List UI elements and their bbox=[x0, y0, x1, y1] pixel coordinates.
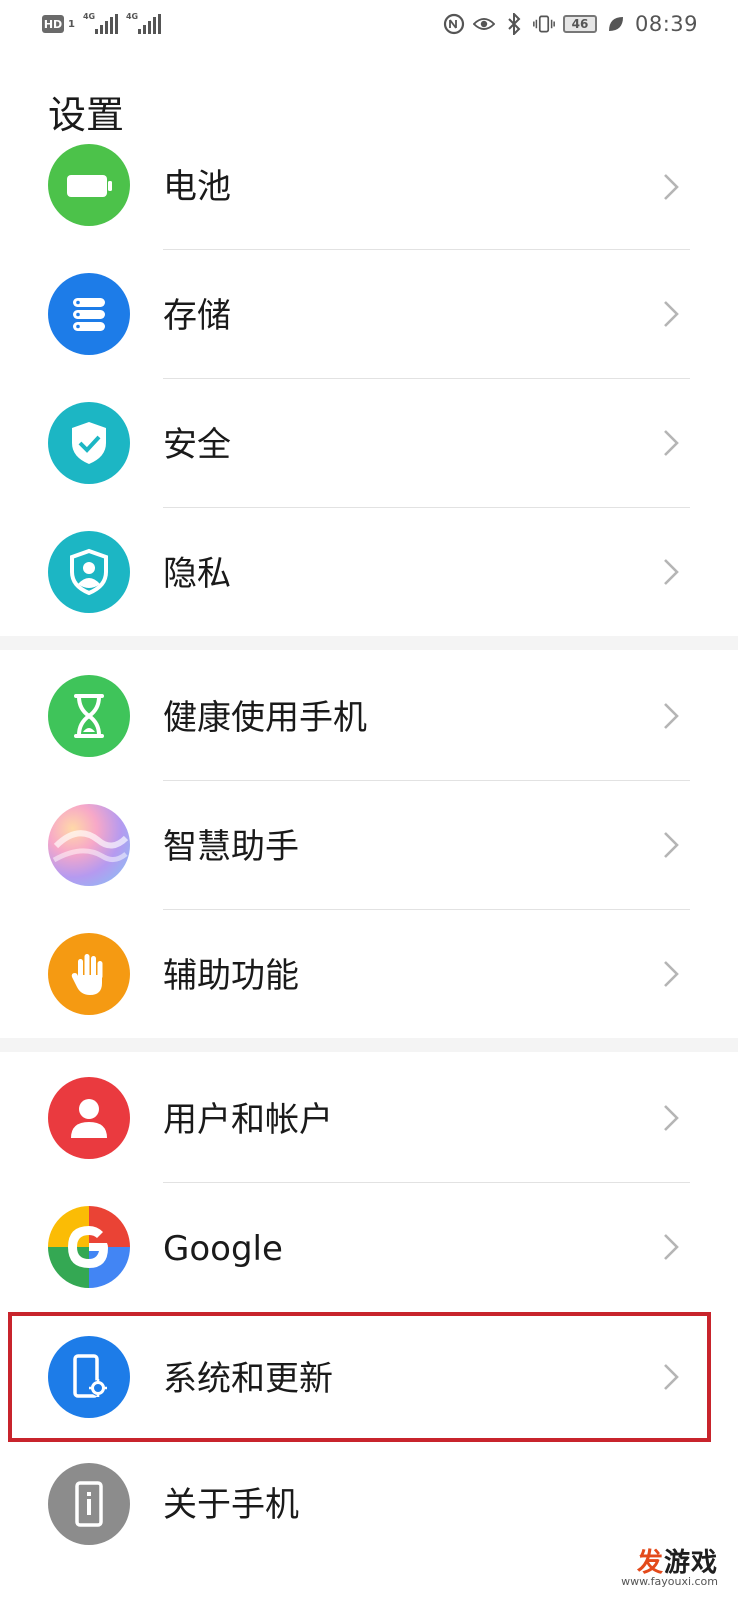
chevron-right-icon bbox=[664, 430, 679, 456]
watermark: 发游戏 www.fayouxi.com bbox=[621, 1542, 718, 1588]
section-gap bbox=[0, 636, 738, 650]
phone-info-icon bbox=[48, 1463, 130, 1545]
settings-item-label: 电池 bbox=[163, 167, 231, 207]
storage-icon bbox=[48, 273, 130, 355]
signal-icon-2: 4G bbox=[125, 12, 161, 34]
settings-item-label: 用户和帐户 bbox=[163, 1100, 333, 1140]
bluetooth-icon bbox=[503, 13, 525, 35]
settings-item-label: Google bbox=[163, 1229, 283, 1269]
settings-item-digital-balance[interactable]: 健康使用手机 bbox=[0, 652, 738, 780]
settings-item-label: 隐私 bbox=[163, 554, 231, 594]
user-icon bbox=[48, 1077, 130, 1159]
settings-item-security[interactable]: 安全 bbox=[0, 379, 738, 507]
chevron-right-icon bbox=[664, 1105, 679, 1131]
settings-item-label: 健康使用手机 bbox=[163, 698, 367, 738]
watermark-url: www.fayouxi.com bbox=[621, 1575, 718, 1588]
chevron-right-icon bbox=[664, 832, 679, 858]
chevron-right-icon bbox=[664, 174, 679, 200]
signal-icon-1: 4G bbox=[82, 12, 118, 34]
settings-item-label: 智慧助手 bbox=[163, 827, 299, 867]
eye-comfort-icon bbox=[472, 13, 495, 35]
battery-status-icon: 46 bbox=[562, 15, 597, 33]
power-saving-leaf-icon bbox=[605, 13, 627, 35]
highlight-box bbox=[8, 1312, 711, 1442]
hd-voice-icon: HD bbox=[42, 15, 64, 33]
nfc-icon bbox=[443, 13, 465, 35]
chevron-right-icon bbox=[664, 559, 679, 585]
settings-item-storage[interactable]: 存储 bbox=[0, 250, 738, 378]
settings-item-assistant[interactable]: 智慧助手 bbox=[0, 781, 738, 909]
settings-item-label: 安全 bbox=[163, 425, 231, 465]
settings-item-privacy[interactable]: 隐私 bbox=[0, 508, 738, 636]
section-gap bbox=[0, 1038, 738, 1052]
status-bar: HD 1 4G 4G 46 08:39 bbox=[0, 0, 738, 52]
privacy-icon bbox=[48, 531, 130, 613]
network-type-label: 4G bbox=[82, 12, 96, 21]
settings-item-accessibility[interactable]: 辅助功能 bbox=[0, 910, 738, 1038]
settings-item-label: 辅助功能 bbox=[163, 956, 299, 996]
settings-item-label: 存储 bbox=[163, 296, 231, 336]
settings-item-label: 关于手机 bbox=[163, 1485, 299, 1525]
chevron-right-icon bbox=[664, 1234, 679, 1260]
settings-item-google[interactable]: Google bbox=[0, 1183, 738, 1311]
clock-time: 08:39 bbox=[634, 12, 698, 36]
network-type-label: 4G bbox=[125, 12, 139, 21]
settings-item-battery[interactable]: 电池 bbox=[0, 122, 738, 250]
chevron-right-icon bbox=[664, 961, 679, 987]
chevron-right-icon bbox=[664, 301, 679, 327]
sim-slot-label: 1 bbox=[68, 18, 75, 30]
battery-icon bbox=[48, 144, 130, 226]
watermark-logo: 发游戏 bbox=[636, 1548, 718, 1578]
assistant-icon bbox=[48, 804, 130, 886]
google-icon bbox=[48, 1206, 130, 1288]
chevron-right-icon bbox=[664, 703, 679, 729]
vibrate-icon bbox=[533, 13, 555, 35]
hourglass-icon bbox=[48, 675, 130, 757]
settings-item-accounts[interactable]: 用户和帐户 bbox=[0, 1054, 738, 1182]
hand-icon bbox=[48, 933, 130, 1015]
shield-check-icon bbox=[48, 402, 130, 484]
